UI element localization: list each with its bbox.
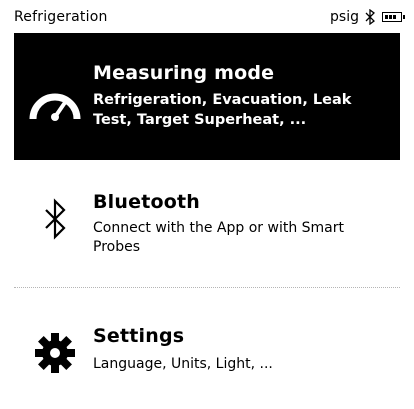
status-bar: Refrigeration psig bbox=[0, 0, 414, 33]
bluetooth-icon bbox=[45, 198, 66, 240]
menu-item-measuring-mode[interactable]: Measuring mode Refrigeration, Evacuation… bbox=[14, 33, 400, 160]
menu-item-description: Connect with the App or with Smart Probe… bbox=[93, 220, 344, 255]
bluetooth-status-icon bbox=[365, 9, 375, 25]
battery-icon bbox=[382, 12, 405, 22]
menu-item-title: Measuring mode bbox=[93, 62, 275, 84]
pressure-unit: psig bbox=[330, 9, 359, 25]
menu-item-settings[interactable]: Settings Language, Units, Light, ... bbox=[14, 310, 400, 400]
status-title: Refrigeration bbox=[14, 9, 108, 25]
menu-item-title: Bluetooth bbox=[93, 191, 201, 213]
menu-item-bluetooth[interactable]: Bluetooth Connect with the App or with S… bbox=[14, 178, 400, 270]
menu-item-description: Language, Units, Light, ... bbox=[93, 356, 273, 372]
menu-divider bbox=[14, 287, 400, 288]
status-indicators: psig bbox=[330, 9, 405, 25]
menu-item-description: Refrigeration, Evacuation, Leak Test, Ta… bbox=[93, 92, 352, 128]
gear-icon bbox=[35, 333, 75, 373]
menu-item-title: Settings bbox=[93, 325, 185, 347]
gauge-icon bbox=[29, 93, 81, 121]
